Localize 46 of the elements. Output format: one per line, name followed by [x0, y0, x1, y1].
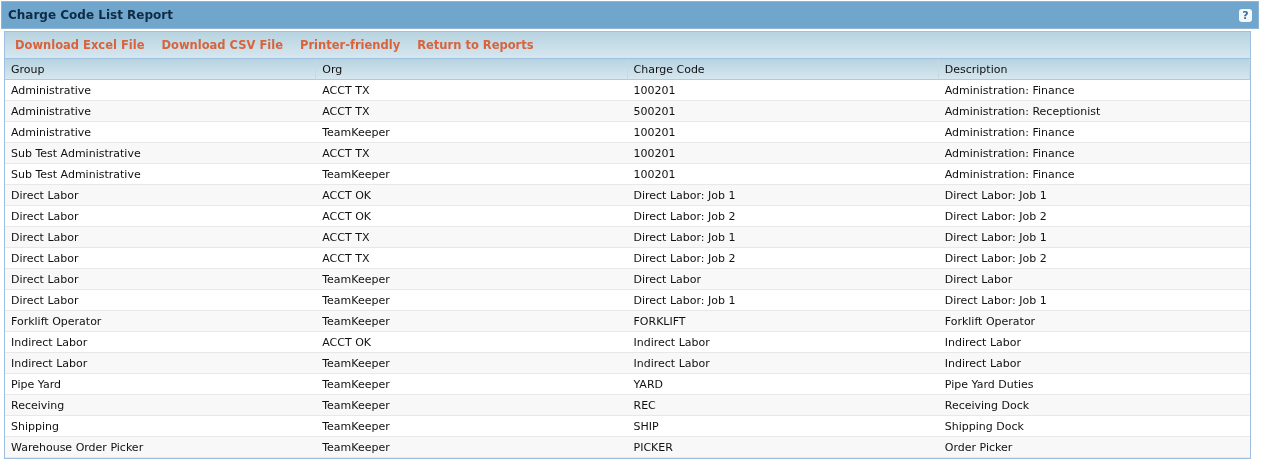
table-cell: Receiving: [5, 395, 317, 416]
table-cell: Direct Labor: Job 1: [938, 185, 1250, 206]
table-cell: Direct Labor: Job 1: [627, 227, 939, 248]
toolbar-link[interactable]: Printer-friendly: [299, 38, 401, 52]
table-cell: Warehouse Order Picker: [5, 437, 317, 458]
table-cell: 500201: [627, 101, 939, 122]
column-header: Group: [5, 59, 317, 80]
table-cell: ACCT TX: [316, 143, 628, 164]
table-cell: ACCT TX: [316, 101, 628, 122]
toolbar-link[interactable]: Return to Reports: [417, 38, 534, 52]
table-cell: Direct Labor: [5, 185, 317, 206]
table-cell: Direct Labor: [5, 269, 317, 290]
table-cell: TeamKeeper: [316, 311, 628, 332]
table-cell: Direct Labor: Job 1: [627, 185, 939, 206]
column-header: Description: [938, 59, 1250, 80]
table-cell: Direct Labor: [938, 269, 1250, 290]
window-title: Charge Code List Report: [8, 8, 173, 22]
column-header: Org: [316, 59, 628, 80]
table-cell: Direct Labor: [627, 269, 939, 290]
table-cell: Order Picker: [938, 437, 1250, 458]
table-cell: Indirect Labor: [627, 353, 939, 374]
table-cell: Administration: Receptionist: [938, 101, 1250, 122]
table-cell: Administrative: [5, 101, 317, 122]
table-cell: TeamKeeper: [316, 437, 628, 458]
column-header: Charge Code: [627, 59, 939, 80]
table-cell: FORKLIFT: [627, 311, 939, 332]
table-cell: Direct Labor: Job 1: [938, 227, 1250, 248]
table-cell: Forklift Operator: [5, 311, 317, 332]
table-cell: Receiving Dock: [938, 395, 1250, 416]
table-cell: ACCT OK: [316, 185, 628, 206]
toolbar-link[interactable]: Download CSV File: [161, 38, 283, 52]
table-cell: TeamKeeper: [316, 353, 628, 374]
table-cell: ACCT TX: [316, 227, 628, 248]
table-cell: TeamKeeper: [316, 395, 628, 416]
table-cell: Forklift Operator: [938, 311, 1250, 332]
table-cell: TeamKeeper: [316, 269, 628, 290]
table-cell: Administration: Finance: [938, 143, 1250, 164]
table-cell: PICKER: [627, 437, 939, 458]
help-button[interactable]: ?: [1239, 8, 1252, 22]
table-cell: Indirect Labor: [938, 353, 1250, 374]
table-cell: REC: [627, 395, 939, 416]
table-cell: 100201: [627, 143, 939, 164]
table-cell: Direct Labor: [5, 227, 317, 248]
toolbar-link[interactable]: Download Excel File: [15, 38, 145, 52]
table-cell: Sub Test Administrative: [5, 143, 317, 164]
table-cell: Indirect Labor: [5, 353, 317, 374]
